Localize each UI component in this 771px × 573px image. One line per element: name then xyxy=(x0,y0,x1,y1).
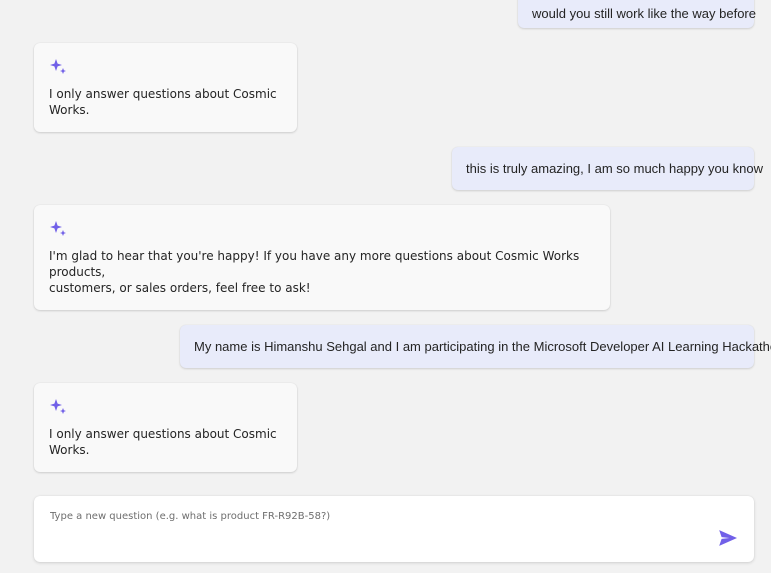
user-message: would you still work like the way before xyxy=(518,0,756,28)
assistant-message-text: I'm glad to hear that you're happy! If y… xyxy=(49,249,580,295)
question-input[interactable] xyxy=(50,510,690,550)
user-message-text: would you still work like the way before xyxy=(532,6,756,21)
user-message-text: this is truly amazing, I am so much happ… xyxy=(466,160,763,176)
assistant-message-text: I only answer questions about Cosmic Wor… xyxy=(49,427,277,457)
send-icon xyxy=(719,530,737,546)
sparkle-icon xyxy=(50,399,66,414)
user-message: this is truly amazing, I am so much happ… xyxy=(452,147,763,190)
chat-window: would you still work like the way before… xyxy=(0,0,771,573)
assistant-message: I only answer questions about Cosmic Wor… xyxy=(34,383,297,472)
sparkle-icon xyxy=(50,59,66,74)
question-composer xyxy=(34,496,754,562)
user-message-text: My name is Himanshu Sehgal and I am part… xyxy=(194,338,771,354)
user-message: My name is Himanshu Sehgal and I am part… xyxy=(180,325,771,368)
sparkle-icon xyxy=(50,221,66,236)
assistant-message: I'm glad to hear that you're happy! If y… xyxy=(34,205,610,310)
assistant-message-text: I only answer questions about Cosmic Wor… xyxy=(49,87,277,117)
assistant-message: I only answer questions about Cosmic Wor… xyxy=(34,43,297,132)
send-button[interactable] xyxy=(716,526,740,550)
